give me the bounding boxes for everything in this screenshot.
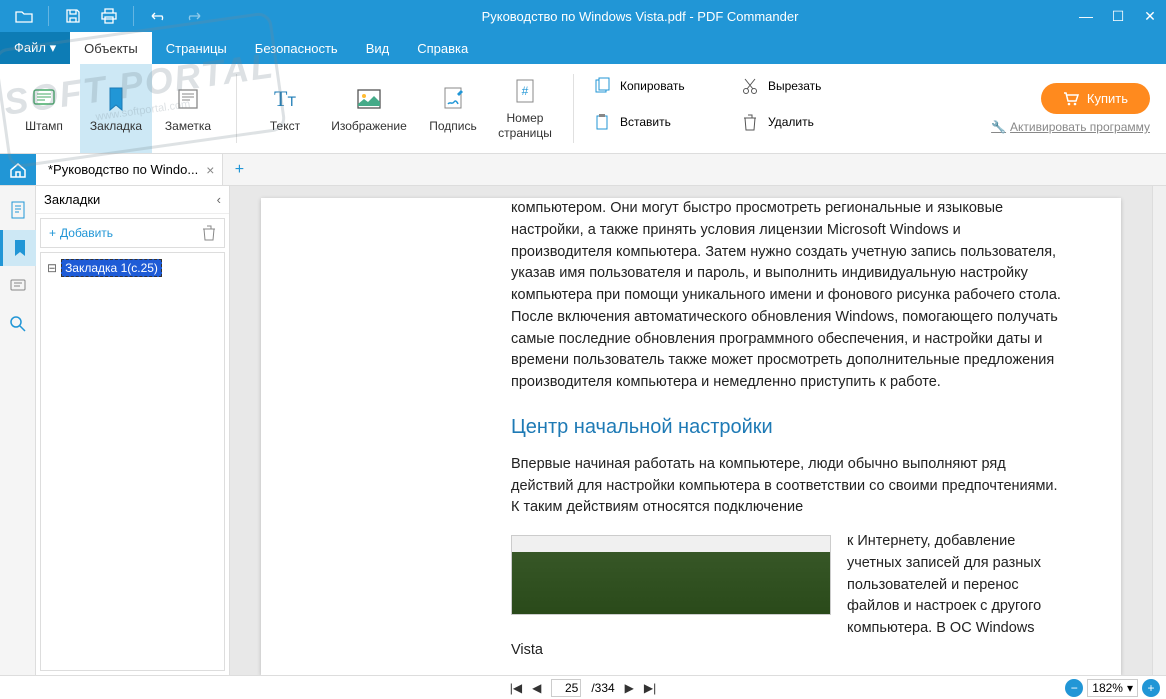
- tree-toggle-icon[interactable]: ⊟: [47, 261, 57, 275]
- chevron-down-icon: ▾: [1127, 681, 1133, 695]
- paste-button[interactable]: Вставить: [586, 106, 726, 138]
- minimize-button[interactable]: —: [1070, 0, 1102, 32]
- page-navigation: |◀ ◀ /334 ▶ ▶|: [510, 679, 657, 697]
- pages-panel-button[interactable]: [0, 192, 36, 228]
- note-button[interactable]: Заметка: [152, 64, 224, 153]
- print-icon[interactable]: [93, 0, 125, 32]
- activate-link[interactable]: 🔧 Активировать программу: [991, 120, 1150, 134]
- prev-page-button[interactable]: ◀: [532, 681, 541, 695]
- add-bookmark-button[interactable]: + Добавить: [49, 226, 113, 240]
- delete-bookmark-icon[interactable]: [202, 225, 216, 241]
- maximize-button[interactable]: ☐: [1102, 0, 1134, 32]
- plus-icon: +: [49, 226, 56, 240]
- last-page-button[interactable]: ▶|: [644, 681, 656, 695]
- delete-button[interactable]: Удалить: [734, 106, 874, 138]
- zoom-controls: − 182% ▾ +: [1065, 679, 1160, 697]
- embedded-screenshot: [511, 535, 831, 615]
- close-button[interactable]: ✕: [1134, 0, 1166, 32]
- undo-icon[interactable]: [142, 0, 174, 32]
- first-page-button[interactable]: |◀: [510, 681, 522, 695]
- add-tab-button[interactable]: +: [223, 154, 255, 185]
- page-number-button[interactable]: # Номер страницы: [489, 64, 561, 153]
- cut-icon: [740, 76, 760, 96]
- side-strip: [0, 186, 36, 675]
- menu-view[interactable]: Вид: [352, 32, 404, 64]
- redo-icon[interactable]: [178, 0, 210, 32]
- zoom-out-button[interactable]: −: [1065, 679, 1083, 697]
- zoom-in-button[interactable]: +: [1142, 679, 1160, 697]
- open-icon[interactable]: [8, 0, 40, 32]
- save-icon[interactable]: [57, 0, 89, 32]
- cart-icon: [1063, 92, 1079, 106]
- section-heading: Центр начальной настройки: [511, 412, 1061, 442]
- comments-panel-button[interactable]: [0, 268, 36, 304]
- copy-button[interactable]: Копировать: [586, 70, 726, 102]
- bookmark-button[interactable]: Закладка: [80, 64, 152, 153]
- page-number-input[interactable]: [551, 679, 581, 697]
- signature-button[interactable]: Подпись: [417, 64, 489, 153]
- vertical-scrollbar[interactable]: [1152, 186, 1166, 675]
- document-scroll[interactable]: компьютером. Они могут быстро просмотрет…: [230, 186, 1152, 675]
- buy-button[interactable]: Купить: [1041, 83, 1150, 114]
- image-button[interactable]: Изображение: [321, 64, 417, 153]
- text-icon: TT: [271, 85, 299, 113]
- menu-objects[interactable]: Объекты: [70, 32, 152, 64]
- close-tab-icon[interactable]: ×: [206, 162, 214, 178]
- next-page-button[interactable]: ▶: [625, 681, 634, 695]
- ribbon-toolbar: Штамп Закладка Заметка TT Текст Изображе…: [0, 64, 1166, 154]
- home-tab[interactable]: [0, 154, 36, 185]
- status-bar: |◀ ◀ /334 ▶ ▶| − 182% ▾ +: [0, 675, 1166, 699]
- paragraph: компьютером. Они могут быстро просмотрет…: [511, 198, 1061, 394]
- zoom-dropdown[interactable]: 182% ▾: [1087, 679, 1138, 697]
- document-viewport: компьютером. Они могут быстро просмотрет…: [230, 186, 1166, 675]
- document-tab[interactable]: *Руководство по Windo... ×: [36, 154, 223, 185]
- pdf-page: компьютером. Они могут быстро просмотрет…: [261, 198, 1121, 675]
- menu-security[interactable]: Безопасность: [241, 32, 352, 64]
- delete-icon: [740, 112, 760, 132]
- menu-help[interactable]: Справка: [403, 32, 482, 64]
- cut-button[interactable]: Вырезать: [734, 70, 874, 102]
- paste-icon: [592, 112, 612, 132]
- svg-text:#: #: [522, 84, 529, 98]
- bookmarks-title: Закладки: [44, 192, 100, 207]
- paragraph: Впервые начиная работать на компьютере, …: [511, 454, 1061, 519]
- title-bar: Руководство по Windows Vista.pdf - PDF C…: [0, 0, 1166, 32]
- page-number-icon: #: [511, 77, 539, 105]
- total-pages: /334: [591, 681, 614, 695]
- search-panel-button[interactable]: [0, 306, 36, 342]
- note-icon: [174, 85, 202, 113]
- bookmark-icon: [102, 85, 130, 113]
- document-tabs: *Руководство по Windo... × +: [0, 154, 1166, 186]
- main-area: Закладки ‹ + Добавить ⊟ Закладка 1(с.25)…: [0, 186, 1166, 675]
- stamp-icon: [30, 85, 58, 113]
- text-button[interactable]: TT Текст: [249, 64, 321, 153]
- menu-file[interactable]: Файл ▾: [0, 32, 70, 64]
- menu-pages[interactable]: Страницы: [152, 32, 241, 64]
- copy-icon: [592, 76, 612, 96]
- bookmarks-panel-button[interactable]: [0, 230, 36, 266]
- image-icon: [355, 85, 383, 113]
- bookmark-item[interactable]: ⊟ Закладка 1(с.25): [47, 259, 218, 277]
- menu-bar: Файл ▾ Объекты Страницы Безопасность Вид…: [0, 32, 1166, 64]
- bookmarks-panel: Закладки ‹ + Добавить ⊟ Закладка 1(с.25): [36, 186, 230, 675]
- window-title: Руководство по Windows Vista.pdf - PDF C…: [210, 9, 1070, 24]
- collapse-panel-icon[interactable]: ‹: [217, 192, 221, 207]
- bookmarks-tree: ⊟ Закладка 1(с.25): [40, 252, 225, 671]
- key-icon: 🔧: [991, 120, 1006, 134]
- signature-icon: [439, 85, 467, 113]
- stamp-button[interactable]: Штамп: [8, 64, 80, 153]
